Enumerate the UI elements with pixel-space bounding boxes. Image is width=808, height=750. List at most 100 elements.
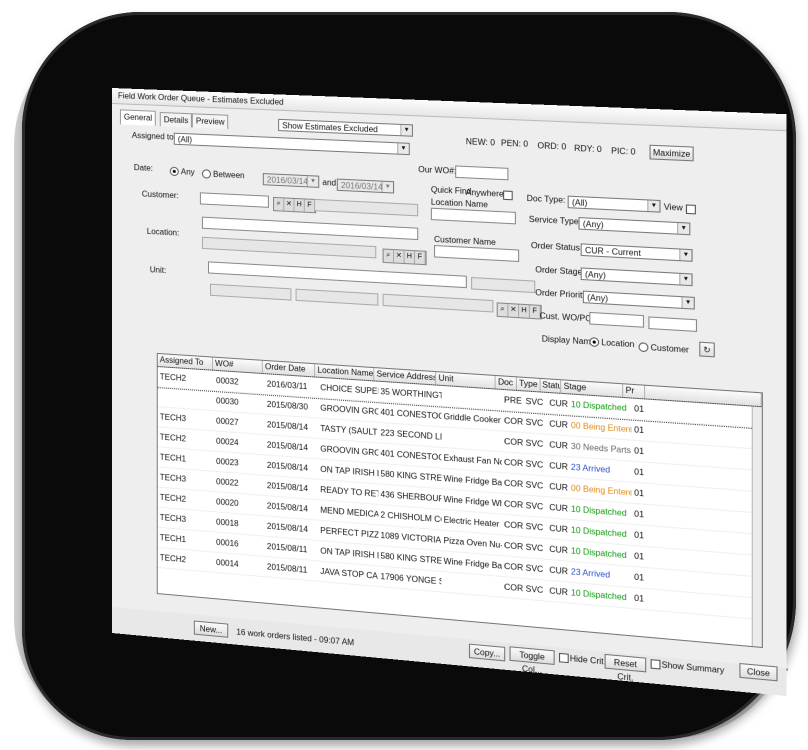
count-ord: ORD: 0 (537, 140, 567, 152)
date-label: Date: (133, 163, 153, 173)
tab-general[interactable]: General (119, 109, 157, 126)
history-icon[interactable]: H (404, 250, 416, 264)
grid-scrollbar[interactable] (751, 406, 762, 647)
customer-lookup-buttons: ⌕ ✕ H F (273, 196, 317, 214)
refresh-button[interactable]: ↻ (699, 341, 715, 358)
cell-order-date: 2015/08/14 (266, 440, 308, 453)
order-stage-value: (Any) (585, 269, 606, 281)
cell-type: SVC (525, 542, 544, 554)
hide-criteria-checkbox[interactable] (558, 652, 569, 664)
search-icon[interactable]: ⌕ (274, 197, 285, 211)
cell-location-name: CHOICE SUPERMARKETS (320, 382, 379, 400)
show-summary-label: Show Summary (661, 660, 725, 676)
cell-doc: COR (504, 540, 524, 552)
anywhere-checkbox[interactable] (503, 190, 513, 201)
col-type[interactable]: Type (516, 377, 541, 392)
count-pen: PEN: 0 (500, 138, 529, 149)
chevron-down-icon: ▼ (679, 273, 692, 286)
cell-priority: 01 (634, 509, 644, 520)
cell-type: SVC (525, 459, 544, 470)
history-icon[interactable]: H (519, 304, 530, 318)
cell-doc: COR (504, 519, 524, 531)
close-button[interactable]: Close (739, 662, 778, 682)
cell-assigned-to: TECH2 (159, 372, 187, 384)
order-stage-select[interactable]: (Any) ▼ (580, 267, 693, 287)
cell-priority: 01 (634, 446, 644, 457)
cell-doc: COR (504, 416, 524, 427)
count-rdy: RDY: 0 (574, 143, 602, 155)
customer-code-input[interactable] (199, 192, 269, 208)
date-to-picker[interactable]: 2016/03/14 ▼ (336, 178, 395, 194)
search-icon[interactable]: ⌕ (497, 303, 509, 317)
cell-status: CUR (549, 440, 569, 451)
show-summary-checkbox[interactable] (650, 659, 661, 670)
cell-assigned-to: TECH2 (159, 553, 187, 565)
unit-extra-display (471, 277, 536, 294)
service-type-select[interactable]: (Any) ▼ (578, 217, 691, 236)
col-priority[interactable]: Pr (623, 384, 646, 399)
display-customer-radio[interactable]: Customer (638, 342, 689, 355)
filter-icon[interactable]: F (415, 251, 426, 265)
service-type-value: (Any) (582, 219, 604, 230)
doc-type-value: (All) (571, 197, 588, 209)
unit-field-3 (382, 293, 494, 313)
cell-unit (441, 572, 502, 597)
radio-any-label: Any (180, 167, 195, 177)
cell-priority: 01 (634, 467, 644, 478)
close-icon[interactable]: ✕ (508, 304, 520, 318)
view2-checkbox[interactable] (685, 204, 696, 215)
tab-details[interactable]: Details (159, 111, 193, 128)
radio-any[interactable]: Any (169, 167, 195, 178)
order-status-label: Order Status: (530, 240, 583, 253)
cell-status: CUR (549, 544, 569, 556)
close-icon[interactable]: ✕ (394, 250, 405, 264)
cell-status: CUR (549, 502, 569, 514)
radio-between[interactable]: Between (201, 169, 245, 181)
grid-body: TECH2 00032 2016/03/11 CHOICE SUPERMARKETS 3… (156, 363, 763, 621)
order-status-select[interactable]: CUR - Current ▼ (580, 243, 693, 262)
service-type-label: Service Type: (528, 214, 582, 227)
quick-find-location-input[interactable] (430, 207, 516, 225)
cell-assigned-to (158, 387, 214, 410)
reset-criteria-button[interactable]: Reset Crit. (604, 653, 647, 683)
tab-preview[interactable]: Preview (191, 113, 229, 129)
cell-unit (441, 386, 502, 410)
order-priority-select[interactable]: (Any) ▼ (582, 290, 695, 310)
unit-input[interactable] (207, 261, 467, 289)
estimate-filter-select[interactable]: Show Estimates Excluded ▼ (278, 118, 413, 137)
quick-find-customer-input[interactable] (434, 245, 520, 263)
display-location-radio[interactable]: Location (589, 337, 634, 350)
cell-type: SVC (525, 438, 544, 450)
assigned-to-value: (All) (177, 134, 193, 145)
cell-wo: 00027 (216, 416, 239, 428)
doc-type-select[interactable]: (All) ▼ (567, 195, 661, 213)
cell-order-date: 2015/08/11 (266, 562, 308, 575)
col-doc[interactable]: Doc (495, 376, 517, 390)
cell-doc: COR (504, 478, 524, 490)
cell-stage: 10 Dispatched (570, 588, 627, 603)
maximize-button[interactable]: Maximize (649, 144, 694, 162)
our-wo-input[interactable] (455, 165, 509, 181)
date-to-value: 2016/03/14 (340, 180, 383, 192)
date-from-picker[interactable]: 2016/03/14 ▼ (262, 173, 320, 188)
history-icon[interactable]: H (294, 198, 305, 212)
cust-wo-input[interactable] (589, 311, 645, 328)
cell-wo: 00024 (216, 436, 239, 448)
cell-priority: 01 (634, 403, 644, 415)
cell-doc: COR (504, 499, 524, 511)
location-name-display (201, 236, 377, 259)
cell-order-date: 2015/08/30 (266, 399, 308, 412)
cell-status: CUR (549, 481, 569, 493)
display-location-label: Location (601, 337, 635, 350)
new-button[interactable]: New... (193, 620, 229, 638)
location-code-input[interactable] (201, 216, 419, 241)
order-priority-value: (Any) (587, 292, 609, 304)
close-icon[interactable]: ✕ (284, 198, 295, 212)
search-icon[interactable]: ⌕ (383, 249, 395, 263)
cust-po-input[interactable] (648, 316, 698, 332)
cell-priority: 01 (634, 572, 644, 583)
col-status[interactable]: Status (540, 378, 562, 393)
toggle-columns-button[interactable]: Toggle Col... (509, 646, 555, 675)
cell-priority: 01 (634, 551, 644, 562)
copy-button[interactable]: Copy... (468, 643, 506, 662)
